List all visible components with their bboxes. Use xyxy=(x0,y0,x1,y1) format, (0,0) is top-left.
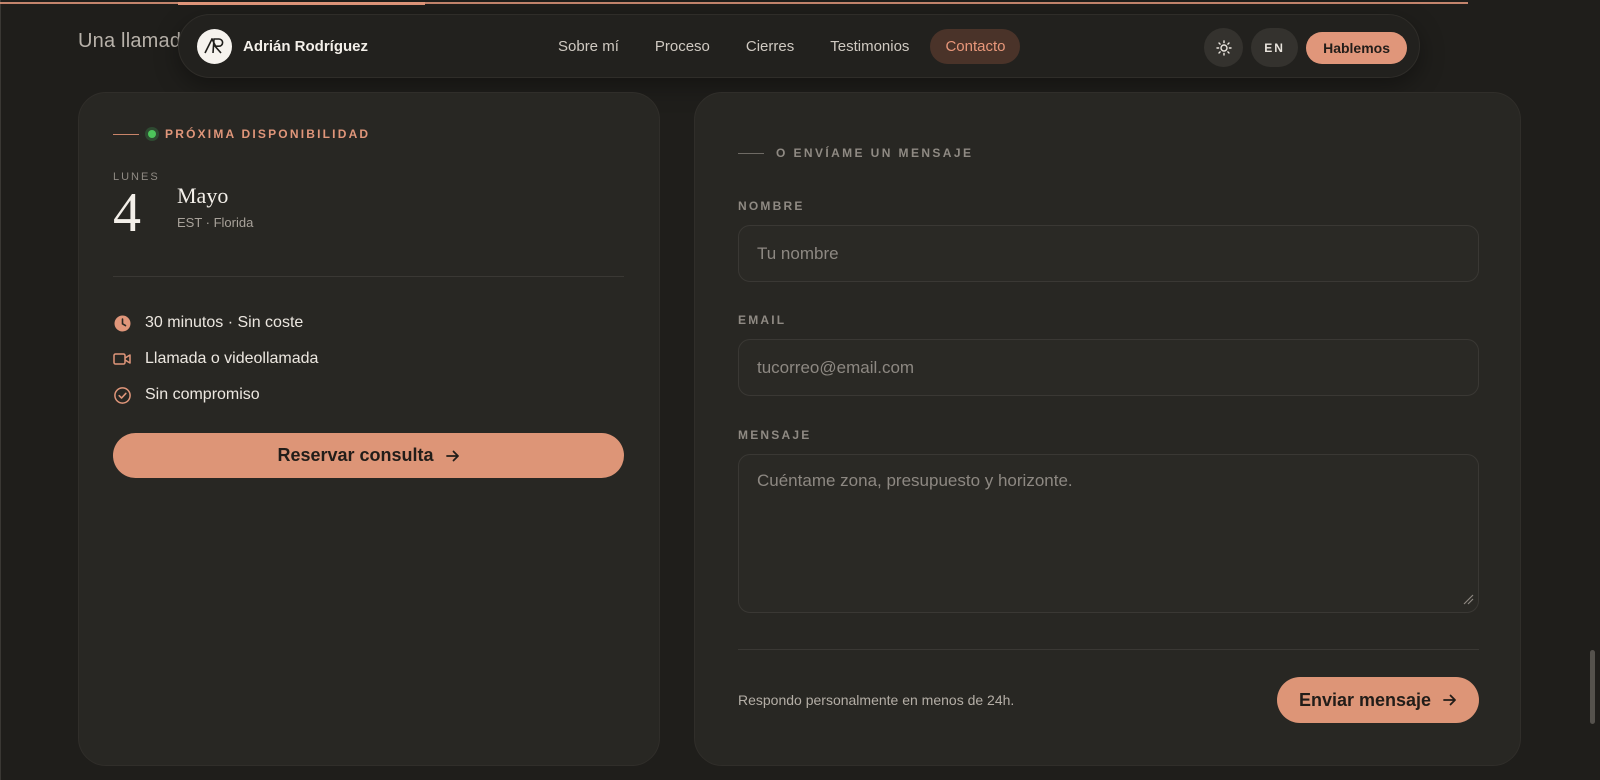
availability-card: PRÓXIMA DISPONIBILIDAD LUNES 4 Mayo EST … xyxy=(78,92,660,766)
name-label: NOMBRE xyxy=(738,199,805,213)
scroll-progress-fill xyxy=(178,2,425,5)
availability-kicker: PRÓXIMA DISPONIBILIDAD xyxy=(113,127,370,141)
arrow-right-icon xyxy=(445,450,459,461)
kicker-line xyxy=(738,152,764,154)
enviar-mensaje-button[interactable]: Enviar mensaje xyxy=(1277,677,1479,723)
brand-name: Adrián Rodríguez xyxy=(243,37,369,55)
form-kicker-text: O ENVÍAME UN MENSAJE xyxy=(776,146,974,160)
clock-icon xyxy=(113,314,131,332)
theme-toggle-button[interactable] xyxy=(1204,28,1244,67)
availability-date: LUNES 4 Mayo EST · Florida xyxy=(113,171,253,241)
availability-status-dot xyxy=(145,127,159,141)
video-icon xyxy=(113,350,131,368)
language-toggle-button[interactable]: EN xyxy=(1251,28,1299,67)
message-label: MENSAJE xyxy=(738,428,812,442)
nav-link-proceso[interactable]: Proceso xyxy=(640,29,725,64)
nav-links: Sobre mí Proceso Cierres Testimonios Con… xyxy=(543,29,1021,64)
response-time-note: Respondo personalmente en menos de 24h. xyxy=(738,692,1015,708)
nav-actions: EN Hablemos xyxy=(1204,28,1407,67)
name-input[interactable] xyxy=(738,225,1479,282)
availability-kicker-text: PRÓXIMA DISPONIBILIDAD xyxy=(165,127,371,141)
feature-text: Llamada o videollamada xyxy=(145,350,319,367)
timezone-label: EST · Florida xyxy=(177,215,254,230)
day-number: 4 xyxy=(113,182,141,244)
logo-monogram-icon xyxy=(203,38,223,54)
form-divider xyxy=(738,649,1479,650)
nav-link-cierres[interactable]: Cierres xyxy=(731,29,809,64)
reservar-consulta-label: Reservar consulta xyxy=(277,445,434,465)
page-scrollbar-thumb[interactable] xyxy=(1590,650,1595,724)
section-heading-partial: Una llamad xyxy=(78,30,182,52)
form-kicker: O ENVÍAME UN MENSAJE xyxy=(738,146,973,160)
reservar-consulta-button[interactable]: Reservar consulta xyxy=(113,433,624,478)
top-navigation: Adrián Rodríguez Sobre mí Proceso Cierre… xyxy=(178,14,1420,78)
sun-icon xyxy=(1215,39,1232,56)
enviar-mensaje-label: Enviar mensaje xyxy=(1298,689,1432,710)
message-textarea[interactable] xyxy=(738,454,1479,613)
kicker-line xyxy=(113,133,139,135)
month-label: Mayo xyxy=(177,183,229,208)
nav-link-testimonios[interactable]: Testimonios xyxy=(815,29,924,64)
email-input[interactable] xyxy=(738,339,1479,396)
feature-call-type: Llamada o videollamada xyxy=(113,341,318,377)
availability-divider xyxy=(113,276,624,277)
feature-commitment: Sin compromiso xyxy=(113,377,318,413)
contact-form-card: O ENVÍAME UN MENSAJE NOMBRE EMAIL MENSAJ… xyxy=(694,92,1521,766)
hablemos-button[interactable]: Hablemos xyxy=(1306,31,1407,64)
nav-link-sobre-mi[interactable]: Sobre mí xyxy=(543,29,634,64)
nav-link-contacto[interactable]: Contacto xyxy=(930,29,1021,64)
arrow-right-icon xyxy=(1443,694,1456,706)
logo-mark xyxy=(197,28,232,64)
resize-grip-icon[interactable] xyxy=(1462,593,1474,605)
feature-text: Sin compromiso xyxy=(145,386,260,403)
feature-text: 30 minutos · Sin coste xyxy=(145,314,304,331)
window-edge xyxy=(0,0,1,780)
email-label: EMAIL xyxy=(738,313,787,327)
availability-features: 30 minutos · Sin coste Llamada o videoll… xyxy=(113,305,318,413)
check-circle-icon xyxy=(113,386,131,404)
brand[interactable]: Adrián Rodríguez xyxy=(197,28,369,64)
feature-duration: 30 minutos · Sin coste xyxy=(113,305,318,341)
